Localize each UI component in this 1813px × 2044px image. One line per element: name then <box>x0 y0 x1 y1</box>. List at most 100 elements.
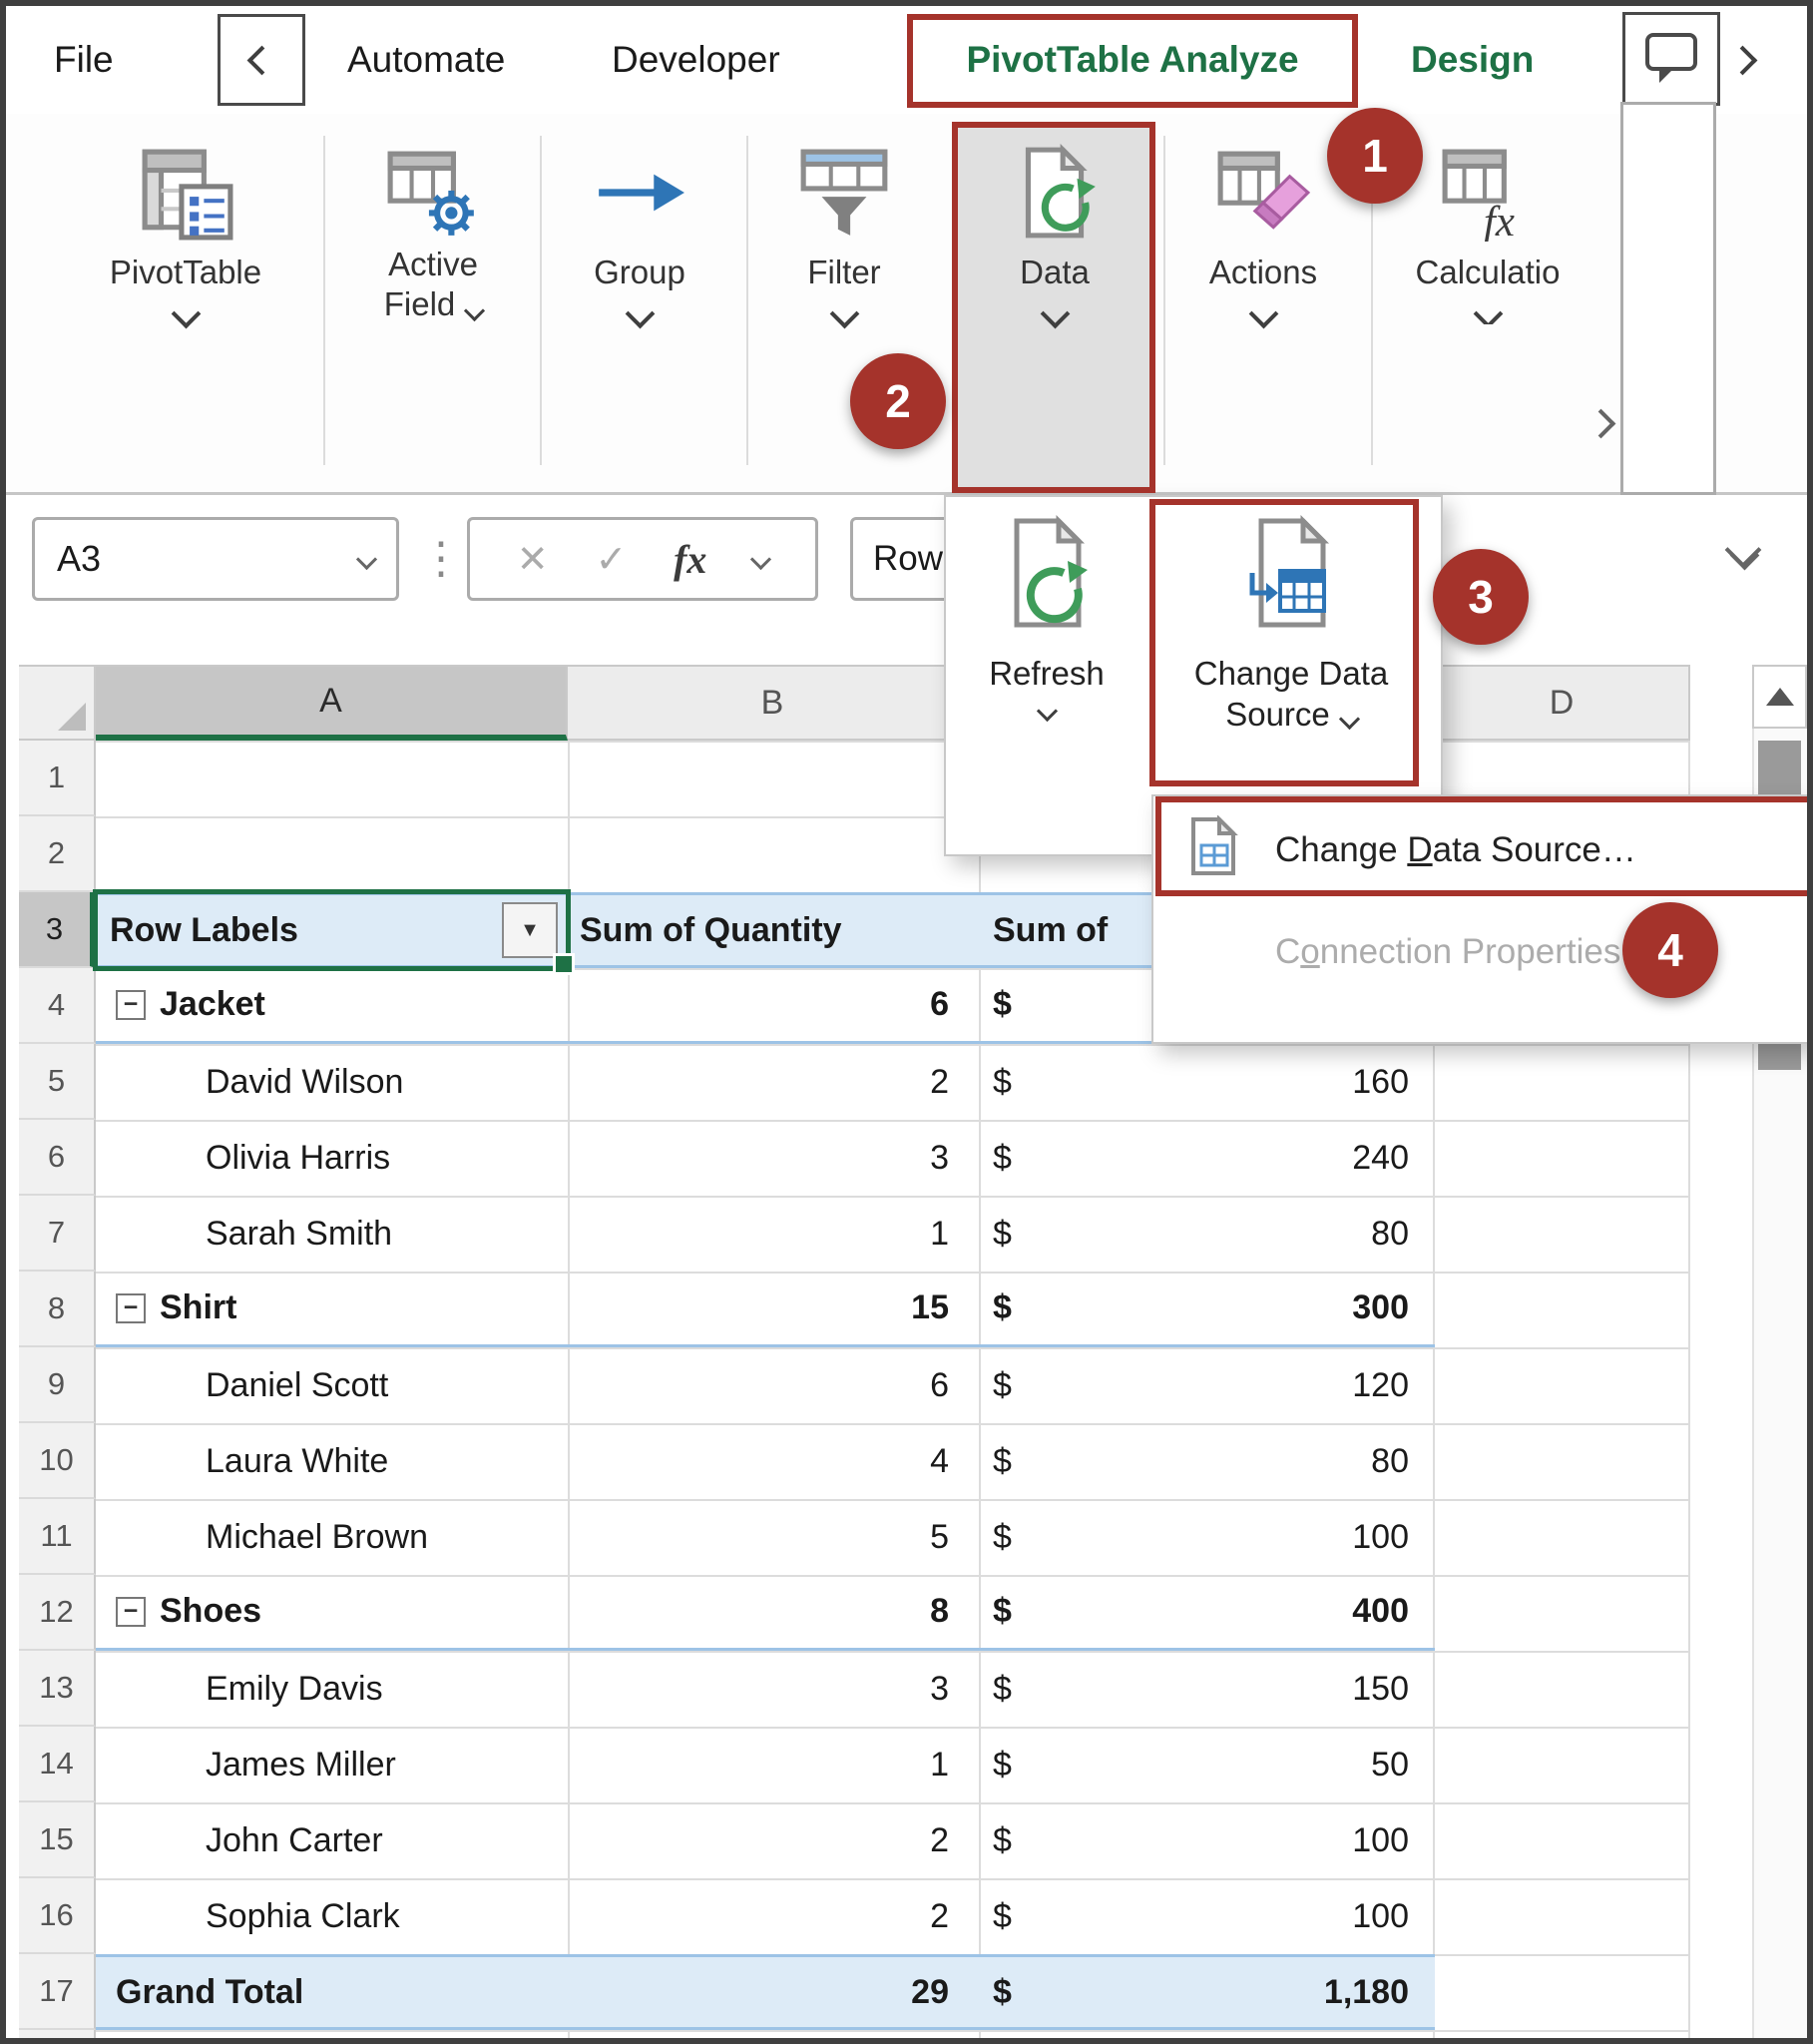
amount-value: 1,180 <box>1323 1972 1409 2011</box>
pivot-amount-cell[interactable]: $ 160 <box>979 1063 1435 1102</box>
row-header[interactable]: 14 <box>19 1727 96 1802</box>
pivot-amount-cell[interactable]: $ 50 <box>979 1746 1435 1785</box>
currency-symbol: $ <box>993 1214 1012 1253</box>
filter-button[interactable]: Filter <box>756 126 932 329</box>
pivot-amount-cell[interactable]: $ 100 <box>979 1821 1435 1860</box>
cell-a3[interactable]: Row Labels ▼ <box>96 895 568 965</box>
pivot-amount-cell[interactable]: $ 80 <box>979 1442 1435 1481</box>
pivot-amount-cell[interactable]: $ 120 <box>979 1366 1435 1405</box>
change-data-source-submenu-item[interactable]: Change Data Source… <box>1153 804 1807 896</box>
chevron-right-icon <box>1727 45 1758 75</box>
row-labels-filter-button[interactable]: ▼ <box>502 902 558 958</box>
row-header[interactable]: 8 <box>19 1272 96 1347</box>
pivot-quantity-cell[interactable]: 2 <box>568 1063 979 1102</box>
active-field-button[interactable]: Active Field <box>337 126 529 323</box>
row-header[interactable]: 9 <box>19 1347 96 1423</box>
tab-scroll-right-button[interactable] <box>1727 6 1758 114</box>
pivot-row-label-cell[interactable]: − Shirt <box>96 1288 568 1327</box>
row-header-gutter: 123456789101112131415161718 <box>19 741 96 2038</box>
row-header[interactable]: 7 <box>19 1196 96 1272</box>
collapse-icon[interactable]: − <box>116 1292 146 1323</box>
tab-design[interactable]: Design <box>1411 6 1534 114</box>
pivot-row-label-cell[interactable]: − Daniel Scott <box>96 1366 568 1405</box>
pivot-amount-cell[interactable]: $ 100 <box>979 1897 1435 1936</box>
pivot-row-label-cell[interactable]: − Sophia Clark <box>96 1897 568 1936</box>
scroll-up-button[interactable] <box>1752 665 1807 729</box>
row-header[interactable]: 3 <box>19 892 96 968</box>
pivot-quantity-cell[interactable]: 5 <box>568 1518 979 1557</box>
row-header[interactable]: 4 <box>19 968 96 1044</box>
pivot-amount-cell[interactable]: $ 1,180 <box>979 1973 1435 2012</box>
cancel-icon[interactable]: ✕ <box>517 537 549 582</box>
pivot-row-label-cell[interactable]: − David Wilson <box>96 1063 568 1102</box>
insert-function-icon[interactable]: fx <box>674 536 706 583</box>
pivot-quantity-cell[interactable]: 15 <box>568 1288 979 1327</box>
tab-scroll-left-button[interactable] <box>218 14 305 106</box>
pivot-row-label-cell[interactable]: − Sarah Smith <box>96 1215 568 1254</box>
tab-pivottable-analyze[interactable]: PivotTable Analyze <box>907 6 1358 114</box>
tab-developer[interactable]: Developer <box>612 6 780 114</box>
tab-automate[interactable]: Automate <box>347 6 505 114</box>
pivot-amount-cell[interactable]: $ 150 <box>979 1670 1435 1709</box>
more-options-icon[interactable]: ⋮ <box>419 533 463 584</box>
pivot-amount-cell[interactable]: $ 300 <box>979 1288 1435 1327</box>
select-all-corner[interactable] <box>19 665 96 741</box>
group-divider <box>1163 136 1165 465</box>
pivot-amount-cell[interactable]: $ 240 <box>979 1139 1435 1178</box>
name-box[interactable]: A3 <box>32 517 399 601</box>
pivot-amount-cell[interactable]: $ 80 <box>979 1215 1435 1254</box>
pivot-quantity-cell[interactable]: 6 <box>568 1366 979 1405</box>
collapse-icon[interactable]: − <box>116 1596 146 1627</box>
refresh-menu-item[interactable]: Refresh <box>964 513 1130 723</box>
pivot-quantity-cell[interactable]: 8 <box>568 1592 979 1631</box>
row-header[interactable]: 11 <box>19 1499 96 1575</box>
pivot-row-label-cell[interactable]: − Laura White <box>96 1442 568 1481</box>
pivot-quantity-cell[interactable]: 3 <box>568 1670 979 1709</box>
pivot-quantity-cell[interactable]: 3 <box>568 1139 979 1178</box>
row-header[interactable]: 6 <box>19 1120 96 1196</box>
pivot-row-label-cell[interactable]: − John Carter <box>96 1821 568 1860</box>
pivot-quantity-cell[interactable]: 6 <box>568 985 979 1024</box>
chevron-down-icon <box>1036 701 1058 723</box>
pivot-row-label-cell[interactable]: − Jacket <box>96 985 568 1024</box>
row-header[interactable]: 10 <box>19 1423 96 1499</box>
row-header[interactable]: 17 <box>19 1954 96 2030</box>
pivot-row-label-cell[interactable]: − James Miller <box>96 1746 568 1785</box>
pivot-quantity-cell[interactable]: 29 <box>568 1973 979 2012</box>
row-header[interactable]: 16 <box>19 1878 96 1954</box>
comments-button[interactable] <box>1622 12 1720 106</box>
pivot-amount-cell[interactable]: $ 400 <box>979 1592 1435 1631</box>
row-header[interactable]: 5 <box>19 1044 96 1120</box>
ribbon-group-placeholder[interactable] <box>1620 102 1716 495</box>
pivot-row-label-cell[interactable]: − Shoes <box>96 1592 568 1631</box>
row-header[interactable]: 2 <box>19 816 96 892</box>
pivot-quantity-cell[interactable]: 2 <box>568 1897 979 1936</box>
cell-b3[interactable]: Sum of Quantity <box>568 911 979 950</box>
column-header-d[interactable]: D <box>1435 665 1690 741</box>
enter-icon[interactable]: ✓ <box>595 537 627 582</box>
row-header[interactable]: 15 <box>19 1802 96 1878</box>
column-header-b[interactable]: B <box>568 665 979 741</box>
change-data-source-menu-item[interactable]: Change Data Source <box>1159 513 1423 736</box>
column-header-a[interactable]: A <box>96 665 568 741</box>
pivot-quantity-cell[interactable]: 2 <box>568 1821 979 1860</box>
pivot-row-label-cell[interactable]: − Michael Brown <box>96 1518 568 1557</box>
pivot-row-label-cell[interactable]: − Olivia Harris <box>96 1139 568 1178</box>
group-button[interactable]: Group <box>550 126 729 329</box>
collapse-icon[interactable]: − <box>116 989 146 1020</box>
pivot-amount-cell[interactable]: $ 100 <box>979 1518 1435 1557</box>
tab-file[interactable]: File <box>54 6 114 114</box>
chevron-down-icon[interactable] <box>750 548 772 570</box>
pivot-quantity-cell[interactable]: 1 <box>568 1215 979 1254</box>
data-button[interactable]: Data <box>960 126 1149 329</box>
pivot-quantity-cell[interactable]: 1 <box>568 1746 979 1785</box>
pivot-quantity-cell[interactable]: 4 <box>568 1442 979 1481</box>
pivot-row-label-cell[interactable]: − Emily Davis <box>96 1670 568 1709</box>
row-header[interactable]: 18 <box>19 2030 96 2038</box>
row-header[interactable]: 13 <box>19 1651 96 1727</box>
pivot-row-label-cell[interactable]: − Grand Total <box>96 1973 568 2012</box>
row-header[interactable]: 12 <box>19 1575 96 1651</box>
row-header[interactable]: 1 <box>19 741 96 816</box>
group-overflow-chevron-icon[interactable] <box>1586 408 1616 439</box>
pivottable-button[interactable]: PivotTable <box>84 126 287 329</box>
